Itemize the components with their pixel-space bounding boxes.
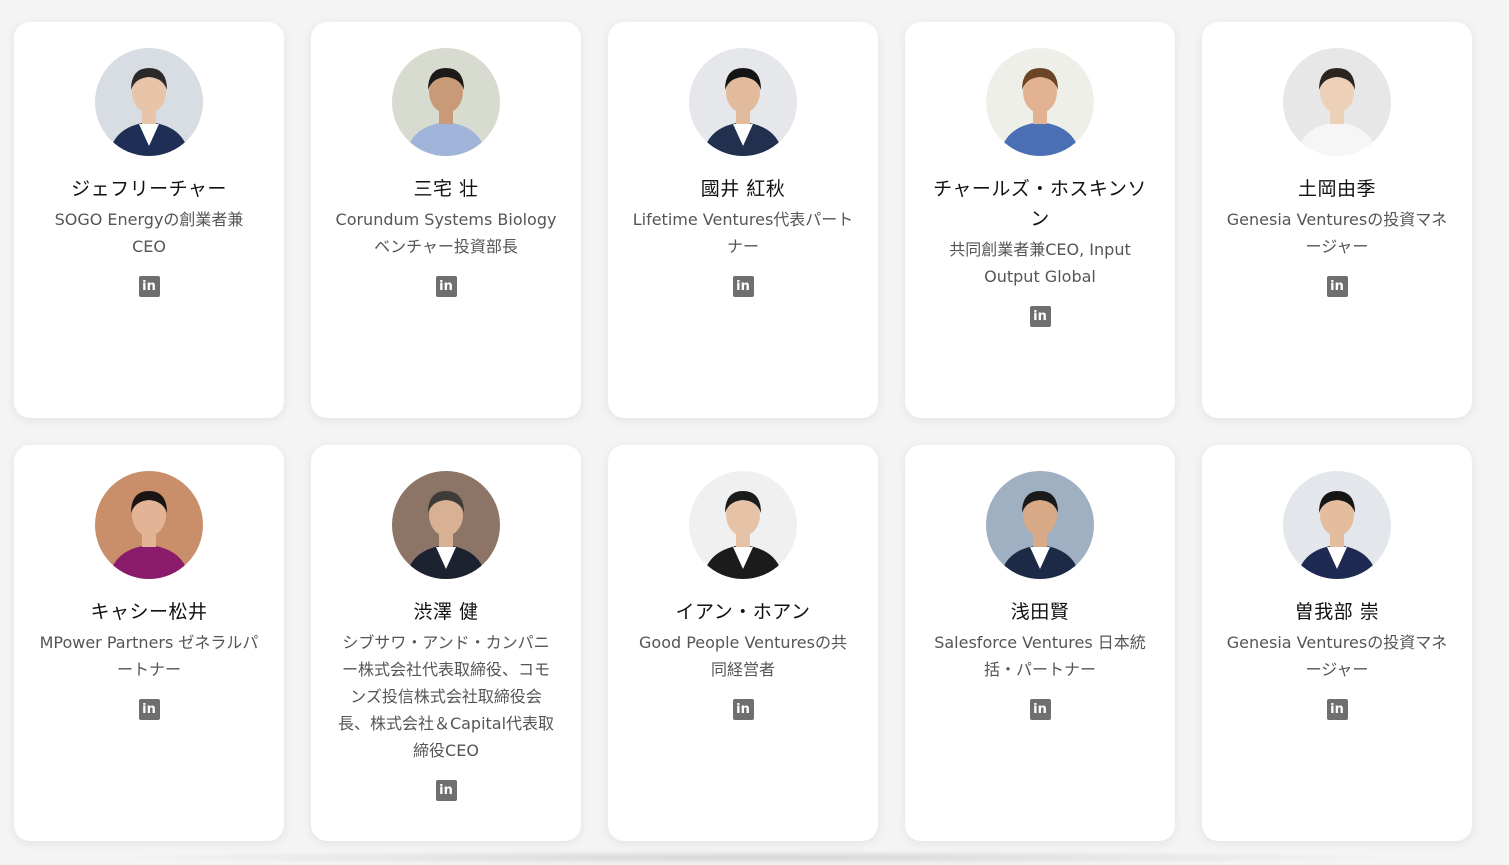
linkedin-icon[interactable]: in [1326, 276, 1348, 297]
person-role: Good People Venturesの共同経営者 [639, 633, 847, 679]
person-name: 土岡由季 [1297, 178, 1376, 200]
person-name: 渋澤 健 [413, 601, 479, 623]
person-card: 渋澤 健シブサワ・アンド・カンパニー株式会社代表取締役、コモンズ投信株式会社取締… [311, 445, 581, 841]
person-card: チャールズ・ホスキンソン共同創業者兼CEO, Input Output Glob… [905, 22, 1175, 418]
linkedin-icon[interactable]: in [732, 699, 754, 720]
person-name: 國井 紅秋 [700, 178, 786, 200]
person-card: イアン・ホアン Good People Venturesの共同経営者 in [608, 445, 878, 841]
person-avatar [689, 471, 797, 579]
person-card: 國井 紅秋 Lifetime Ventures代表パートナー in [608, 22, 878, 418]
person-role: Genesia Venturesの投資マネージャー [1226, 210, 1448, 256]
person-name: 三宅 壮 [413, 178, 479, 200]
bottom-shadow [90, 850, 1420, 865]
linkedin-icon[interactable]: in [138, 276, 160, 297]
person-role: Corundum Systems Biology ベンチャー投資部長 [335, 210, 557, 256]
person-role: MPower Partners ゼネラルパートナー [39, 633, 259, 679]
person-avatar [986, 471, 1094, 579]
person-role: シブサワ・アンド・カンパニー株式会社代表取締役、コモンズ投信株式会社取締役会長、… [337, 633, 555, 760]
person-avatar [1283, 48, 1391, 156]
person-name: 曽我部 崇 [1294, 601, 1380, 623]
linkedin-icon[interactable]: in [1029, 699, 1051, 720]
person-card: 曽我部 崇 Genesia Venturesの投資マネージャー in [1202, 445, 1472, 841]
person-avatar [1283, 471, 1391, 579]
person-card: ジェフリーチャー SOGO Energyの創業者兼CEO in [14, 22, 284, 418]
person-role: 共同創業者兼CEO, Input Output Global [949, 240, 1131, 286]
person-avatar [95, 471, 203, 579]
person-avatar [95, 48, 203, 156]
person-name: チャールズ・ホスキンソン [933, 178, 1147, 230]
person-name: ジェフリーチャー [71, 178, 227, 200]
person-role: Salesforce Ventures 日本統括・パートナー [934, 633, 1146, 679]
person-avatar [689, 48, 797, 156]
person-name: 浅田賢 [1010, 601, 1070, 623]
person-avatar [986, 48, 1094, 156]
person-card: キャシー松井 MPower Partners ゼネラルパートナー in [14, 445, 284, 841]
person-card: 土岡由季 Genesia Venturesの投資マネージャー in [1202, 22, 1472, 418]
team-grid: ジェフリーチャー SOGO Energyの創業者兼CEO in 三宅 壮 Corundu… [14, 22, 1472, 841]
person-avatar [392, 48, 500, 156]
linkedin-icon[interactable]: in [1029, 306, 1051, 327]
person-role: Genesia Venturesの投資マネージャー [1226, 633, 1448, 679]
linkedin-icon[interactable]: in [732, 276, 754, 297]
person-name: イアン・ホアン [675, 601, 811, 623]
person-role: SOGO Energyの創業者兼CEO [54, 210, 244, 256]
linkedin-icon[interactable]: in [1326, 699, 1348, 720]
person-role: Lifetime Ventures代表パートナー [632, 210, 854, 256]
person-avatar [392, 471, 500, 579]
person-card: 三宅 壮 Corundum Systems Biology ベンチャー投資部長 in [311, 22, 581, 418]
linkedin-icon[interactable]: in [138, 699, 160, 720]
linkedin-icon[interactable]: in [435, 276, 457, 297]
person-card: 浅田賢 Salesforce Ventures 日本統括・パートナー in [905, 445, 1175, 841]
linkedin-icon[interactable]: in [435, 780, 457, 801]
person-name: キャシー松井 [90, 601, 208, 623]
